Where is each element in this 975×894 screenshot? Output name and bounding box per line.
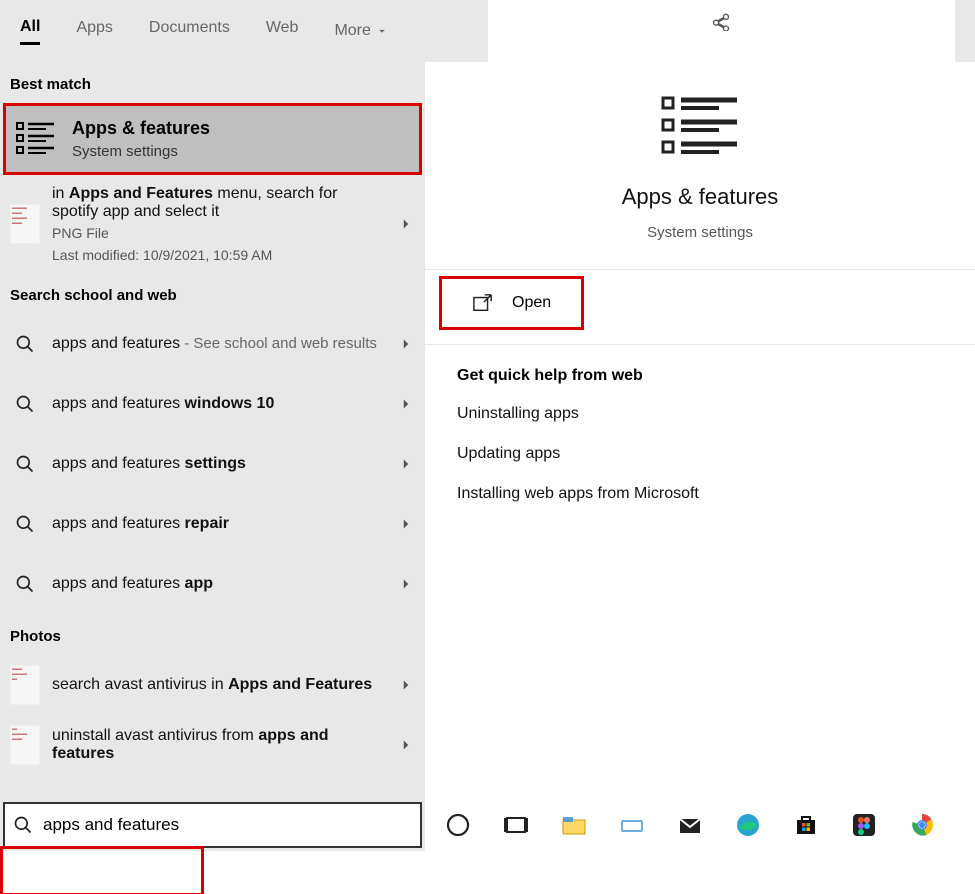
search-box-container <box>0 799 425 851</box>
web-result-text: apps and features windows 10 <box>52 395 385 413</box>
search-icon <box>10 504 40 544</box>
open-button[interactable]: Open <box>439 276 584 330</box>
search-input[interactable] <box>43 815 412 835</box>
chevron-right-icon <box>397 736 415 754</box>
help-link[interactable]: Installing web apps from Microsoft <box>457 485 943 503</box>
chevron-right-icon <box>397 215 415 233</box>
tab-web[interactable]: Web <box>266 19 299 43</box>
edge-browser-icon[interactable] <box>733 810 763 840</box>
apps-features-list-icon <box>16 121 56 157</box>
photo-result[interactable]: ▬▬▬▬▬▬ uninstall avast antivirus from ap… <box>0 715 425 775</box>
photo-result-text: search avast antivirus in Apps and Featu… <box>52 676 385 694</box>
best-match-result[interactable]: Apps & features System settings <box>3 103 422 175</box>
chevron-right-icon <box>397 575 415 593</box>
section-photos: Photos <box>0 614 425 655</box>
tab-more[interactable]: More <box>334 22 388 40</box>
chevron-right-icon <box>397 515 415 533</box>
search-icon <box>13 815 33 835</box>
chevron-right-icon <box>397 395 415 413</box>
open-button-label: Open <box>512 294 551 312</box>
mail-icon[interactable] <box>675 810 705 840</box>
section-search-web: Search school and web <box>0 273 425 314</box>
file-result-body: in Apps and Features menu, search for sp… <box>52 185 385 263</box>
photo-thumbnail-icon: ▬▬▬▬▬▬ <box>10 725 40 765</box>
cortana-icon[interactable] <box>443 810 473 840</box>
chevron-right-icon <box>397 676 415 694</box>
web-result[interactable]: apps and features repair <box>0 494 425 554</box>
file-result-modified: Last modified: 10/9/2021, 10:59 AM <box>52 247 385 263</box>
file-explorer-icon[interactable] <box>559 810 589 840</box>
photo-thumbnail-icon: ▬▬▬▬▬▬ <box>10 665 40 705</box>
file-thumbnail-icon: ▬▬▬▬▬▬▬▬▬▬ <box>10 204 40 244</box>
file-result[interactable]: ▬▬▬▬▬▬▬▬▬▬ in Apps and Features menu, se… <box>0 175 425 273</box>
search-results-panel: Best match Apps & features System settin… <box>0 62 425 799</box>
photo-result[interactable]: ▬▬▬▬▬▬ search avast antivirus in Apps an… <box>0 655 425 715</box>
task-view-icon[interactable] <box>501 810 531 840</box>
figma-icon[interactable] <box>849 810 879 840</box>
help-link[interactable]: Updating apps <box>457 445 943 463</box>
help-header: Get quick help from web <box>457 367 943 385</box>
search-filter-tabs: All Apps Documents Web More ● ● ● <box>0 0 975 62</box>
search-icon <box>10 564 40 604</box>
photo-result-text: uninstall avast antivirus from apps and … <box>52 727 385 763</box>
web-result[interactable]: apps and features app <box>0 554 425 614</box>
web-result-text: apps and features - See school and web r… <box>52 335 385 353</box>
search-icon <box>10 384 40 424</box>
chevron-down-icon <box>375 24 389 38</box>
chevron-right-icon <box>397 455 415 473</box>
web-result[interactable]: apps and features windows 10 <box>0 374 425 434</box>
tab-all[interactable]: All <box>20 18 40 45</box>
tab-documents[interactable]: Documents <box>149 19 230 43</box>
tab-apps[interactable]: Apps <box>76 19 112 43</box>
preview-pane: Apps & features System settings Open Get… <box>425 62 975 799</box>
web-result[interactable]: apps and features settings <box>0 434 425 494</box>
section-best-match: Best match <box>0 62 425 103</box>
annotation-highlight <box>2 848 202 894</box>
web-result-text: apps and features settings <box>52 455 385 473</box>
feedback-icon[interactable] <box>711 11 731 36</box>
best-match-title: Apps & features <box>72 118 210 139</box>
chrome-browser-icon[interactable] <box>907 810 937 840</box>
open-external-icon <box>472 293 494 313</box>
search-box[interactable] <box>3 802 422 848</box>
preview-title: Apps & features <box>622 184 779 210</box>
search-icon <box>10 444 40 484</box>
tab-more-label: More <box>334 22 370 40</box>
keyboard-icon[interactable] <box>617 810 647 840</box>
help-link[interactable]: Uninstalling apps <box>457 405 943 423</box>
best-match-subtitle: System settings <box>72 143 210 160</box>
web-result[interactable]: apps and features - See school and web r… <box>0 314 425 374</box>
microsoft-store-icon[interactable] <box>791 810 821 840</box>
preview-subtitle: System settings <box>647 224 753 241</box>
apps-features-list-icon <box>659 92 741 170</box>
file-result-type: PNG File <box>52 225 385 241</box>
taskbar <box>425 799 975 851</box>
web-result-text: apps and features app <box>52 575 385 593</box>
search-icon <box>10 324 40 364</box>
chevron-right-icon <box>397 335 415 353</box>
web-result-text: apps and features repair <box>52 515 385 533</box>
